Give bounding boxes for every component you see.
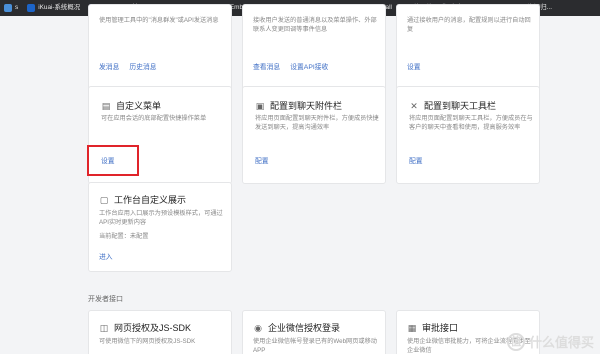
message-card: 使用管理工具中的"消息群发"或API发送消息 发消息 历史消息: [88, 4, 232, 94]
history-message-link[interactable]: 历史消息: [129, 61, 156, 71]
set-api-receive-link[interactable]: 设置API接收: [290, 61, 328, 71]
app-config-page: 使用管理工具中的"消息群发"或API发送消息 发消息 历史消息 接收用户发送的普…: [0, 4, 600, 354]
web-auth-icon: ◫: [99, 322, 109, 333]
watermark-text: 什么值得买: [528, 335, 594, 350]
card-description: 将应用页面配置到聊天工具栏，方便成员在与客户的聊天中查看和使用，提高服务效率: [409, 115, 533, 131]
card-actions: 查看消息 设置API接收: [253, 61, 338, 71]
bookmark-favicon-icon: [4, 4, 12, 12]
watermark: 值 什么值得买: [506, 332, 594, 351]
card-title: ▤ 自定义菜单: [101, 100, 162, 112]
bookmark-item[interactable]: s: [0, 0, 23, 16]
card-title: ▢ 工作台自定义展示: [99, 194, 187, 206]
highlight-box: [87, 145, 139, 176]
card-actions: 设置: [407, 61, 431, 71]
card-description: 使用企业微信帐号登录已有的Web网页或移动APP: [253, 338, 377, 354]
card-actions: 配置: [409, 155, 433, 165]
receive-message-card: 接收用户发送的普通消息以及菜单操作、外部联系人变更回调等事件信息 查看消息 设置…: [242, 4, 386, 94]
card-title: ◫ 网页授权及JS-SDK: [99, 322, 192, 334]
card-description: 可在应用会话的底部配置快捷操作菜单: [101, 115, 207, 122]
card-actions: 配置: [255, 155, 279, 165]
view-message-link[interactable]: 查看消息: [253, 61, 280, 71]
web-auth-card: ◫ 网页授权及JS-SDK 可使用微信下的网页授权及JS-SDK: [88, 310, 232, 354]
wecom-login-card: ◉ 企业微信授权登录 使用企业微信帐号登录已有的Web网页或移动APP: [242, 310, 386, 354]
card-actions: 进入: [99, 251, 123, 261]
smzdm-logo-icon: 值: [506, 332, 525, 351]
send-message-link[interactable]: 发消息: [99, 61, 119, 71]
config-status: 当前配置：未配置: [99, 233, 149, 240]
card-description: 通过接收用户的消息，配置规则以进行自动回复: [407, 17, 531, 33]
card-description: 使用管理工具中的"消息群发"或API发送消息: [99, 17, 219, 24]
menu-icon: ▤: [101, 100, 111, 111]
attachment-configure-link[interactable]: 配置: [255, 155, 269, 165]
card-title: ▦ 审批接口: [407, 322, 459, 334]
card-description: 工作台应用入口展示为预设模板样式，可通过API实时更新内容: [99, 210, 223, 226]
login-icon: ◉: [254, 322, 262, 333]
approval-icon: ▦: [407, 322, 417, 333]
card-description: 将应用页面配置到聊天附件栏，方便成员快捷发送到聊天，提高沟通效率: [255, 115, 379, 131]
toolbar-configure-link[interactable]: 配置: [409, 155, 423, 165]
section-title: 开发者接口: [88, 296, 123, 303]
bookmark-favicon-icon: [27, 4, 36, 12]
attachment-icon: ▣: [255, 100, 265, 111]
workbench-enter-link[interactable]: 进入: [99, 251, 113, 261]
tools-icon: ✕: [410, 100, 418, 111]
chat-toolbar-card: ✕ 配置到聊天工具栏 将应用页面配置到聊天工具栏，方便成员在与客户的聊天中查看和…: [396, 86, 540, 184]
card-title: ✕ 配置到聊天工具栏: [410, 100, 497, 112]
workbench-icon: ▢: [99, 194, 109, 205]
card-description: 接收用户发送的普通消息以及菜单操作、外部联系人变更回调等事件信息: [253, 17, 377, 33]
auto-reply-card: 通过接收用户的消息，配置规则以进行自动回复 设置: [396, 4, 540, 94]
auto-reply-settings-link[interactable]: 设置: [407, 61, 421, 71]
chat-attachment-card: ▣ 配置到聊天附件栏 将应用页面配置到聊天附件栏，方便成员快捷发送到聊天，提高沟…: [242, 86, 386, 184]
card-title: ▣ 配置到聊天附件栏: [255, 100, 343, 112]
workbench-display-card: ▢ 工作台自定义展示 工作台应用入口展示为预设模板样式，可通过API实时更新内容…: [88, 182, 232, 272]
card-title: ◉ 企业微信授权登录: [254, 322, 341, 334]
bookmark-item[interactable]: iKuai-系统概况: [23, 0, 85, 16]
card-actions: 发消息 历史消息: [99, 61, 167, 71]
card-description: 可使用微信下的网页授权及JS-SDK: [99, 338, 196, 345]
